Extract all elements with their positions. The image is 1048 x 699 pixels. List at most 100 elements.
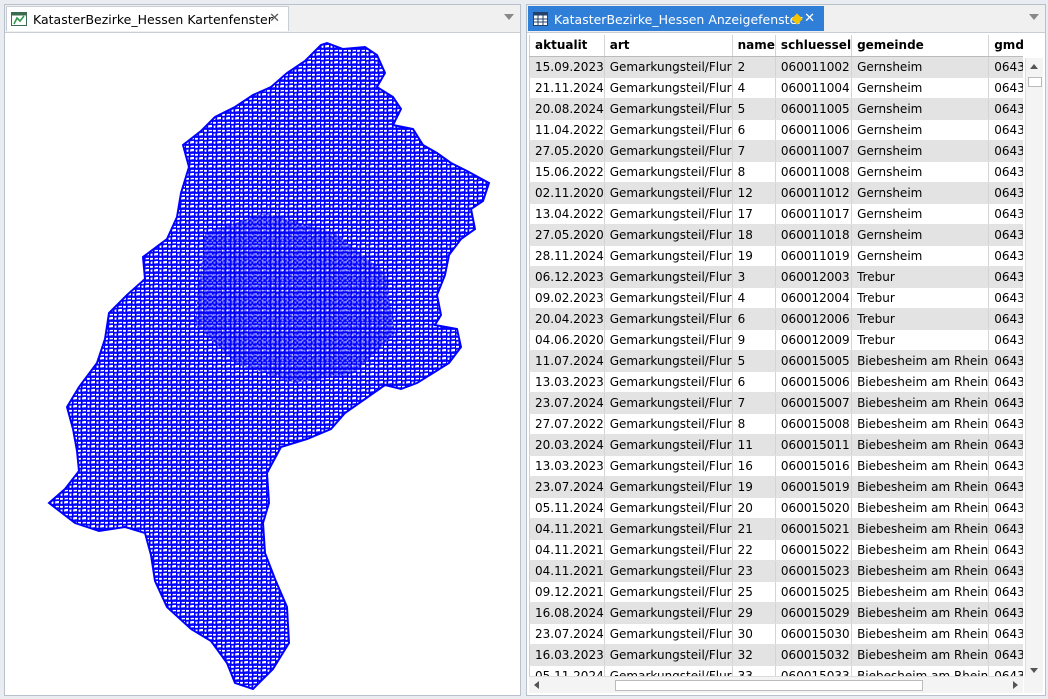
cell-name[interactable]: 9 (732, 329, 776, 351)
cell-gmdschl[interactable]: 06433001 (988, 476, 1023, 498)
cell-gmdschl[interactable]: 06433004 (988, 98, 1023, 120)
cell-gmdschl[interactable]: 06433014 (988, 308, 1023, 330)
cell-schluessel[interactable]: 060011017 (775, 203, 853, 225)
cell-art[interactable]: Gemarkungsteil/Flur (604, 392, 733, 414)
cell-schluessel[interactable]: 060011007 (775, 140, 853, 162)
cell-art[interactable]: Gemarkungsteil/Flur (604, 413, 733, 435)
cell-name[interactable]: 6 (732, 308, 776, 330)
cell-aktualit[interactable]: 04.06.2020 (529, 329, 605, 351)
table-row[interactable]: 20.08.2024 Gemarkungsteil/Flur 5 060011005 G… (529, 98, 1023, 120)
cell-gemeinde[interactable]: Biebesheim am Rhein (851, 581, 990, 603)
cell-aktualit[interactable]: 04.11.2021 (529, 560, 605, 582)
cell-schluessel[interactable]: 060011012 (775, 182, 853, 204)
cell-gemeinde[interactable]: Gernsheim (851, 56, 990, 78)
cell-art[interactable]: Gemarkungsteil/Flur (604, 161, 733, 183)
cell-name[interactable]: 30 (732, 623, 776, 645)
cell-gmdschl[interactable]: 06433001 (988, 371, 1023, 393)
cell-gemeinde[interactable]: Gernsheim (851, 161, 990, 183)
column-header-art[interactable]: art (604, 35, 733, 57)
cell-gemeinde[interactable]: Biebesheim am Rhein (851, 644, 990, 666)
table-row[interactable]: 13.03.2023 Gemarkungsteil/Flur 16 060015016… (529, 455, 1023, 477)
cell-schluessel[interactable]: 060011008 (775, 161, 853, 183)
cell-name[interactable]: 16 (732, 455, 776, 477)
cell-art[interactable]: Gemarkungsteil/Flur (604, 140, 733, 162)
table-row[interactable]: 21.11.2024 Gemarkungsteil/Flur 4 060011004 G… (529, 77, 1023, 99)
cell-gmdschl[interactable]: 06433001 (988, 560, 1023, 582)
cell-gmdschl[interactable]: 06433001 (988, 518, 1023, 540)
cell-schluessel[interactable]: 060015019 (775, 476, 853, 498)
cell-aktualit[interactable]: 11.04.2022 (529, 119, 605, 141)
cell-gemeinde[interactable]: Gernsheim (851, 140, 990, 162)
cell-art[interactable]: Gemarkungsteil/Flur (604, 203, 733, 225)
cell-schluessel[interactable]: 060012009 (775, 329, 853, 351)
cell-schluessel[interactable]: 060011018 (775, 224, 853, 246)
cell-gmdschl[interactable]: 06433001 (988, 644, 1023, 666)
cell-gemeinde[interactable]: Biebesheim am Rhein (851, 560, 990, 582)
cell-schluessel[interactable]: 060015020 (775, 497, 853, 519)
cell-gmdschl[interactable]: 06433001 (988, 581, 1023, 603)
cell-name[interactable]: 6 (732, 119, 776, 141)
table-row[interactable]: 04.11.2021 Gemarkungsteil/Flur 21 060015021… (529, 518, 1023, 540)
column-header-aktualit[interactable]: aktualit (529, 35, 605, 57)
table-row[interactable]: 16.03.2023 Gemarkungsteil/Flur 32 060015032… (529, 644, 1023, 666)
cell-schluessel[interactable]: 060015032 (775, 644, 853, 666)
cell-name[interactable]: 29 (732, 602, 776, 624)
cell-aktualit[interactable]: 02.11.2020 (529, 182, 605, 204)
cell-gmdschl[interactable]: 06433004 (988, 119, 1023, 141)
scroll-left-icon[interactable] (529, 677, 545, 693)
cell-name[interactable]: 8 (732, 161, 776, 183)
scroll-right-icon[interactable] (1007, 677, 1023, 693)
chevron-down-icon[interactable] (1029, 14, 1039, 20)
cell-aktualit[interactable]: 21.11.2024 (529, 77, 605, 99)
cell-art[interactable]: Gemarkungsteil/Flur (604, 476, 733, 498)
vertical-scrollbar[interactable] (1025, 58, 1043, 679)
cell-gemeinde[interactable]: Biebesheim am Rhein (851, 623, 990, 645)
cell-schluessel[interactable]: 060015005 (775, 350, 853, 372)
cell-aktualit[interactable]: 13.04.2022 (529, 203, 605, 225)
cell-schluessel[interactable]: 060011019 (775, 245, 853, 267)
cell-gemeinde[interactable]: Biebesheim am Rhein (851, 497, 990, 519)
table-row[interactable]: 11.04.2022 Gemarkungsteil/Flur 6 060011006 G… (529, 119, 1023, 141)
cell-gemeinde[interactable]: Biebesheim am Rhein (851, 434, 990, 456)
cell-gemeinde[interactable]: Biebesheim am Rhein (851, 350, 990, 372)
cell-aktualit[interactable]: 04.11.2021 (529, 539, 605, 561)
cell-schluessel[interactable]: 060011005 (775, 98, 853, 120)
cell-art[interactable]: Gemarkungsteil/Flur (604, 623, 733, 645)
cell-gemeinde[interactable]: Biebesheim am Rhein (851, 476, 990, 498)
cell-schluessel[interactable]: 060015006 (775, 371, 853, 393)
table-row[interactable]: 04.06.2020 Gemarkungsteil/Flur 9 060012009 T… (529, 329, 1023, 351)
cell-aktualit[interactable]: 09.02.2023 (529, 287, 605, 309)
cell-name[interactable]: 4 (732, 77, 776, 99)
attribute-table[interactable]: aktualit art name schluessel gemeinde gm… (529, 35, 1023, 679)
cell-art[interactable]: Gemarkungsteil/Flur (604, 98, 733, 120)
cell-gemeinde[interactable]: Gernsheim (851, 182, 990, 204)
cell-gmdschl[interactable]: 06433004 (988, 161, 1023, 183)
cell-art[interactable]: Gemarkungsteil/Flur (604, 539, 733, 561)
cell-art[interactable]: Gemarkungsteil/Flur (604, 434, 733, 456)
cell-gemeinde[interactable]: Gernsheim (851, 203, 990, 225)
cell-gmdschl[interactable]: 06433004 (988, 77, 1023, 99)
cell-name[interactable]: 17 (732, 203, 776, 225)
cell-aktualit[interactable]: 27.05.2020 (529, 224, 605, 246)
cell-aktualit[interactable]: 15.09.2023 (529, 56, 605, 78)
cell-art[interactable]: Gemarkungsteil/Flur (604, 329, 733, 351)
cell-gmdschl[interactable]: 06433001 (988, 434, 1023, 456)
map-window-tab[interactable]: KatasterBezirke_Hessen Kartenfenster ✕ (6, 6, 289, 31)
cell-name[interactable]: 7 (732, 140, 776, 162)
cell-art[interactable]: Gemarkungsteil/Flur (604, 287, 733, 309)
cell-name[interactable]: 5 (732, 350, 776, 372)
table-row[interactable]: 15.06.2022 Gemarkungsteil/Flur 8 060011008 G… (529, 161, 1023, 183)
chevron-down-icon[interactable] (504, 14, 514, 20)
cell-aktualit[interactable]: 06.12.2023 (529, 266, 605, 288)
table-row[interactable]: 06.12.2023 Gemarkungsteil/Flur 3 060012003 T… (529, 266, 1023, 288)
table-row[interactable]: 11.07.2024 Gemarkungsteil/Flur 5 060015005 B… (529, 350, 1023, 372)
scroll-up-icon[interactable] (1026, 58, 1043, 75)
cell-name[interactable]: 5 (732, 98, 776, 120)
cell-name[interactable]: 22 (732, 539, 776, 561)
table-row[interactable]: 28.11.2024 Gemarkungsteil/Flur 19 060011019… (529, 245, 1023, 267)
cell-name[interactable]: 7 (732, 392, 776, 414)
table-row[interactable]: 04.11.2021 Gemarkungsteil/Flur 23 060015023… (529, 560, 1023, 582)
cell-aktualit[interactable]: 04.11.2021 (529, 518, 605, 540)
cell-name[interactable]: 12 (732, 182, 776, 204)
cell-art[interactable]: Gemarkungsteil/Flur (604, 119, 733, 141)
